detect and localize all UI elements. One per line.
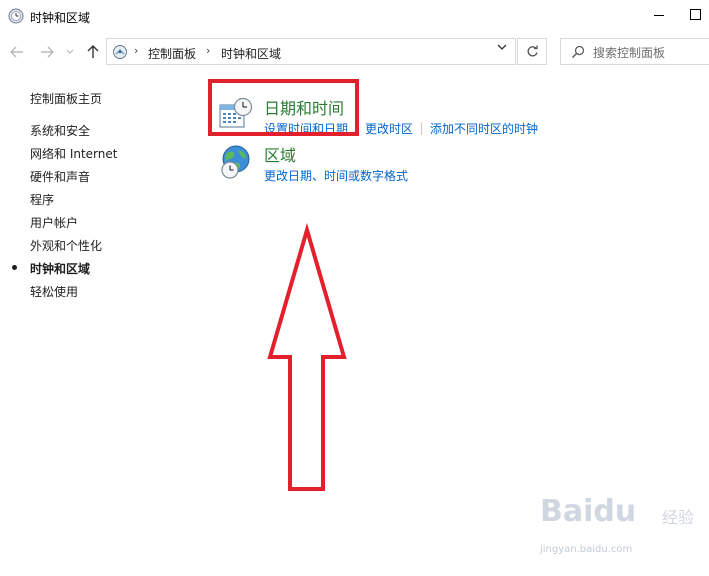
- watermark-url: jingyan.baidu.com: [540, 544, 633, 555]
- watermark-brand-cn: 经验: [662, 508, 695, 527]
- baidu-watermark: Baidu 经验 jingyan.baidu.com: [540, 494, 700, 564]
- annotation-arrow-icon: [267, 222, 347, 491]
- watermark-brand: Baidu: [540, 494, 637, 529]
